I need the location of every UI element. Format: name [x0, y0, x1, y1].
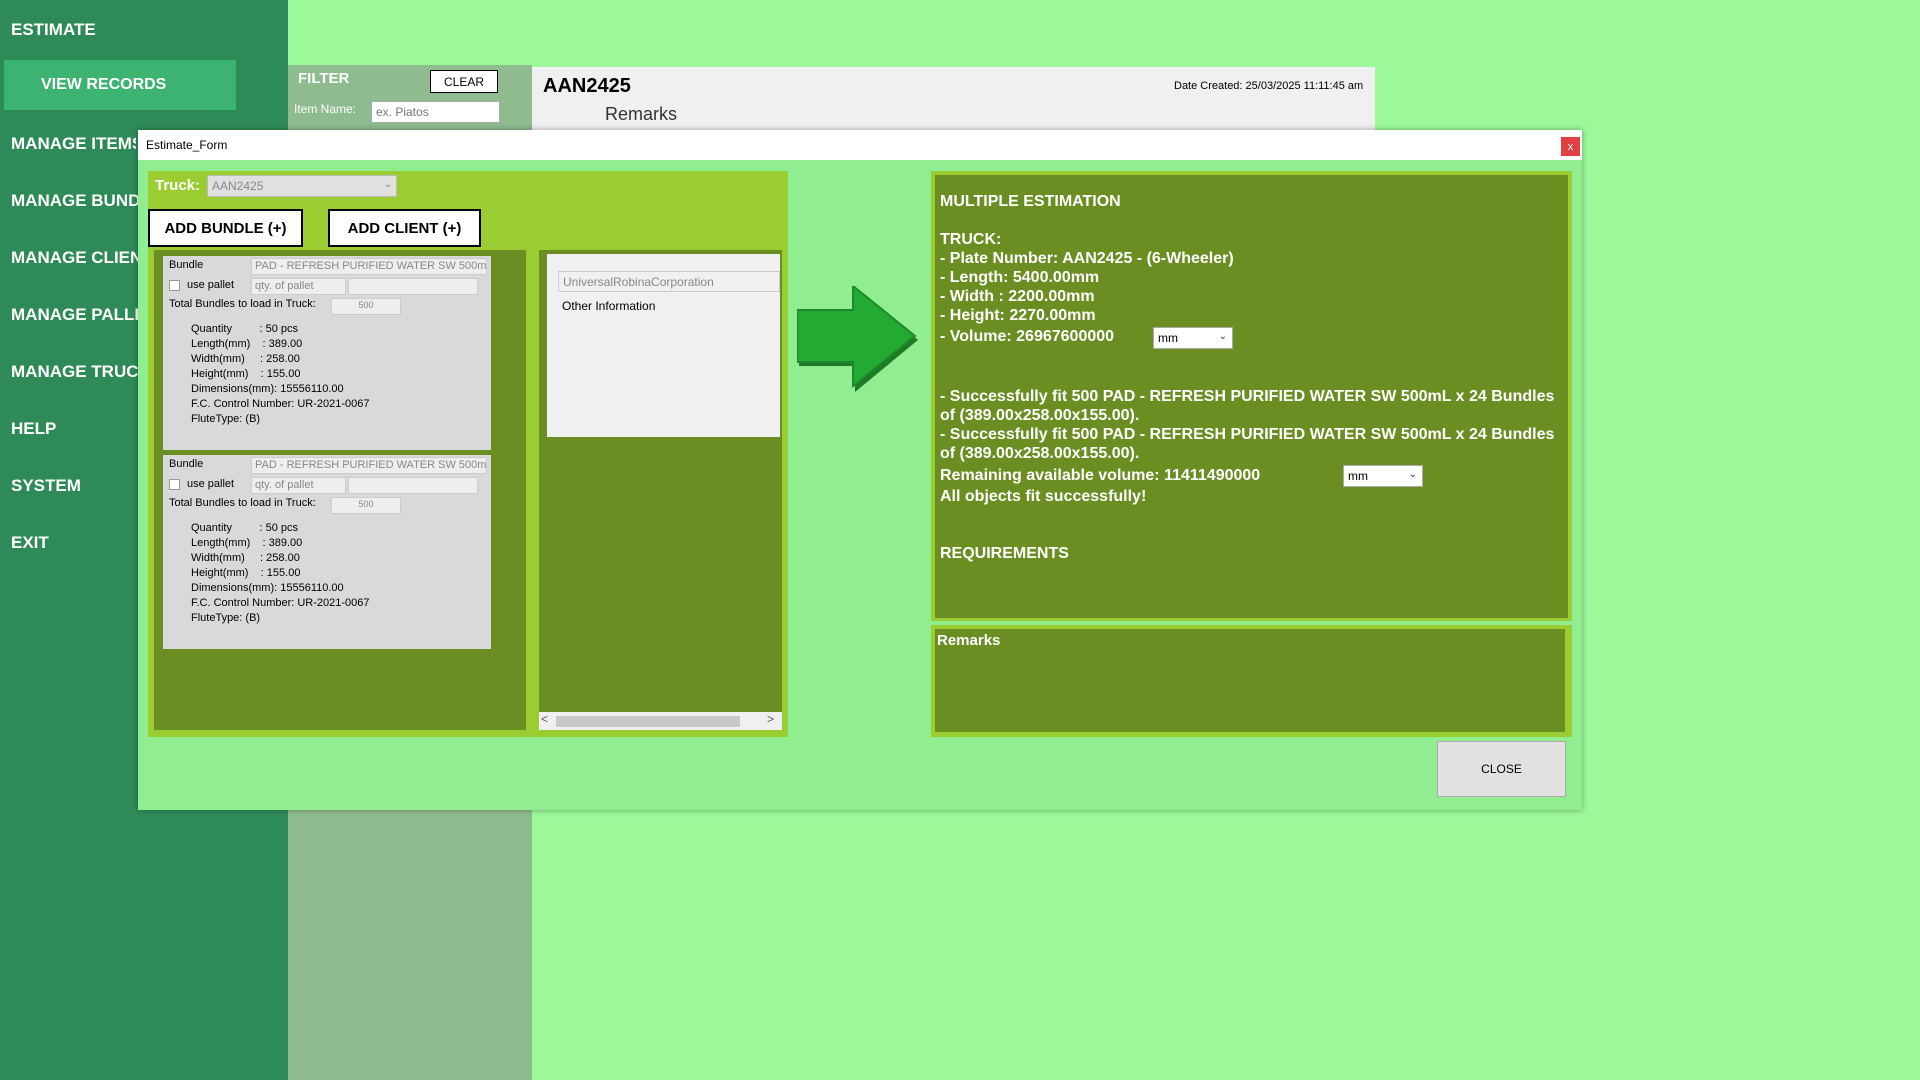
requirements-heading: REQUIREMENTS — [940, 545, 1069, 562]
bundle-info: Quantity : 50 pcs Length(mm) : 389.00 Wi… — [191, 522, 370, 624]
truck-select-value: AAN2425 — [212, 179, 264, 193]
fit-result-1-dims: of (389.00x258.00x155.00). — [940, 407, 1140, 424]
sidebar-item-manage-clients[interactable]: MANAGE CLIENTS — [11, 248, 138, 268]
bundle-card: Bundle PAD - REFRESH PURIFIED WATER SW 5… — [163, 455, 491, 649]
truck-width: - Width : 2200.00mm — [940, 288, 1095, 305]
truck-height: - Height: 2270.00mm — [940, 307, 1096, 324]
remaining-unit-value: mm — [1348, 469, 1368, 483]
fit-result-2-dims: of (389.00x258.00x155.00). — [940, 445, 1140, 462]
scroll-right-icon[interactable]: > — [767, 712, 779, 730]
sidebar-item-manage-trucks[interactable]: MANAGE TRUCKS — [11, 362, 138, 382]
filter-title: FILTER — [298, 70, 350, 87]
close-button[interactable]: CLOSE — [1437, 741, 1566, 797]
use-pallet-label: use pallet — [187, 279, 235, 291]
volume-unit-select[interactable]: mm ⌄ — [1153, 327, 1233, 349]
all-fit-message: All objects fit successfully! — [940, 488, 1147, 505]
sidebar-item-manage-pallets[interactable]: MANAGE PALLETS — [11, 305, 138, 325]
chevron-down-icon: ⌄ — [1218, 331, 1227, 342]
bundle-card: Bundle PAD - REFRESH PURIFIED WATER SW 5… — [163, 256, 491, 450]
chevron-down-icon: ⌄ — [383, 179, 392, 190]
bundle-label: Bundle — [169, 259, 204, 271]
clear-button[interactable]: CLEAR — [430, 70, 498, 93]
bundle-name-field[interactable]: PAD - REFRESH PURIFIED WATER SW 500mL — [251, 258, 487, 275]
sidebar-item-estimate[interactable]: ESTIMATE — [11, 20, 96, 40]
add-bundle-button[interactable]: ADD BUNDLE (+) — [148, 209, 303, 247]
volume-unit-value: mm — [1158, 331, 1178, 345]
other-information-label: Other Information — [562, 299, 656, 313]
truck-length: - Length: 5400.00mm — [940, 269, 1100, 286]
dialog-titlebar — [138, 130, 1582, 160]
total-bundles-field[interactable]: 500 — [331, 497, 401, 514]
fit-result-1: - Successfully fit 500 PAD - REFRESH PUR… — [940, 388, 1555, 405]
result-heading: MULTIPLE ESTIMATION — [940, 193, 1121, 210]
truck-volume: - Volume: 26967600000 — [940, 328, 1115, 345]
sidebar-item-help[interactable]: HELP — [11, 419, 56, 439]
remaining-unit-select[interactable]: mm ⌄ — [1343, 465, 1423, 487]
qty-pallet-value-field[interactable] — [348, 477, 478, 494]
qty-pallet-field[interactable]: qty. of pallet — [251, 477, 346, 494]
sidebar-item-manage-items[interactable]: MANAGE ITEMS — [11, 134, 136, 154]
record-title: AAN2425 — [543, 75, 631, 97]
client-name-field[interactable]: UniversalRobinaCorporation — [558, 271, 780, 292]
sidebar-item-system[interactable]: SYSTEM — [11, 476, 81, 496]
qty-pallet-value-field[interactable] — [348, 278, 478, 295]
right-arrow-icon — [797, 286, 918, 392]
chevron-down-icon: ⌄ — [1408, 469, 1417, 480]
item-name-input[interactable] — [371, 101, 500, 123]
total-bundles-field[interactable]: 500 — [331, 298, 401, 315]
use-pallet-checkbox[interactable] — [169, 479, 180, 490]
remarks-textarea[interactable] — [935, 629, 1565, 732]
add-client-button[interactable]: ADD CLIENT (+) — [328, 209, 481, 247]
sidebar-item-manage-bundles[interactable]: MANAGE BUNDLES — [11, 191, 138, 211]
fit-result-2: - Successfully fit 500 PAD - REFRESH PUR… — [940, 426, 1555, 443]
date-created: Date Created: 25/03/2025 11:11:45 am — [1174, 80, 1364, 92]
scrollbar-thumb[interactable] — [556, 716, 740, 727]
bundle-info: Quantity : 50 pcs Length(mm) : 389.00 Wi… — [191, 323, 370, 425]
use-pallet-label: use pallet — [187, 478, 235, 490]
total-bundles-label: Total Bundles to load in Truck: — [169, 497, 316, 509]
record-remarks-label: Remarks — [605, 104, 678, 124]
qty-pallet-field[interactable]: qty. of pallet — [251, 278, 346, 295]
truck-select[interactable]: AAN2425 ⌄ — [207, 175, 397, 197]
dialog-title: Estimate_Form — [146, 138, 228, 152]
sidebar-item-exit[interactable]: EXIT — [11, 533, 49, 553]
close-icon[interactable]: x — [1561, 137, 1580, 156]
bundle-name-field[interactable]: PAD - REFRESH PURIFIED WATER SW 500mL — [251, 457, 487, 474]
bundle-label: Bundle — [169, 458, 204, 470]
remaining-volume: Remaining available volume: 11411490000 — [940, 467, 1261, 484]
scroll-left-icon[interactable]: < — [541, 712, 553, 730]
truck-heading: TRUCK: — [940, 231, 1002, 248]
plate-number: - Plate Number: AAN2425 - (6-Wheeler) — [940, 250, 1234, 267]
item-name-label: Item Name: — [294, 102, 357, 116]
truck-label: Truck: — [155, 177, 201, 194]
use-pallet-checkbox[interactable] — [169, 280, 180, 291]
remarks-label: Remarks — [937, 632, 1001, 649]
total-bundles-label: Total Bundles to load in Truck: — [169, 298, 316, 310]
sidebar-item-view-records[interactable]: VIEW RECORDS — [4, 60, 236, 110]
